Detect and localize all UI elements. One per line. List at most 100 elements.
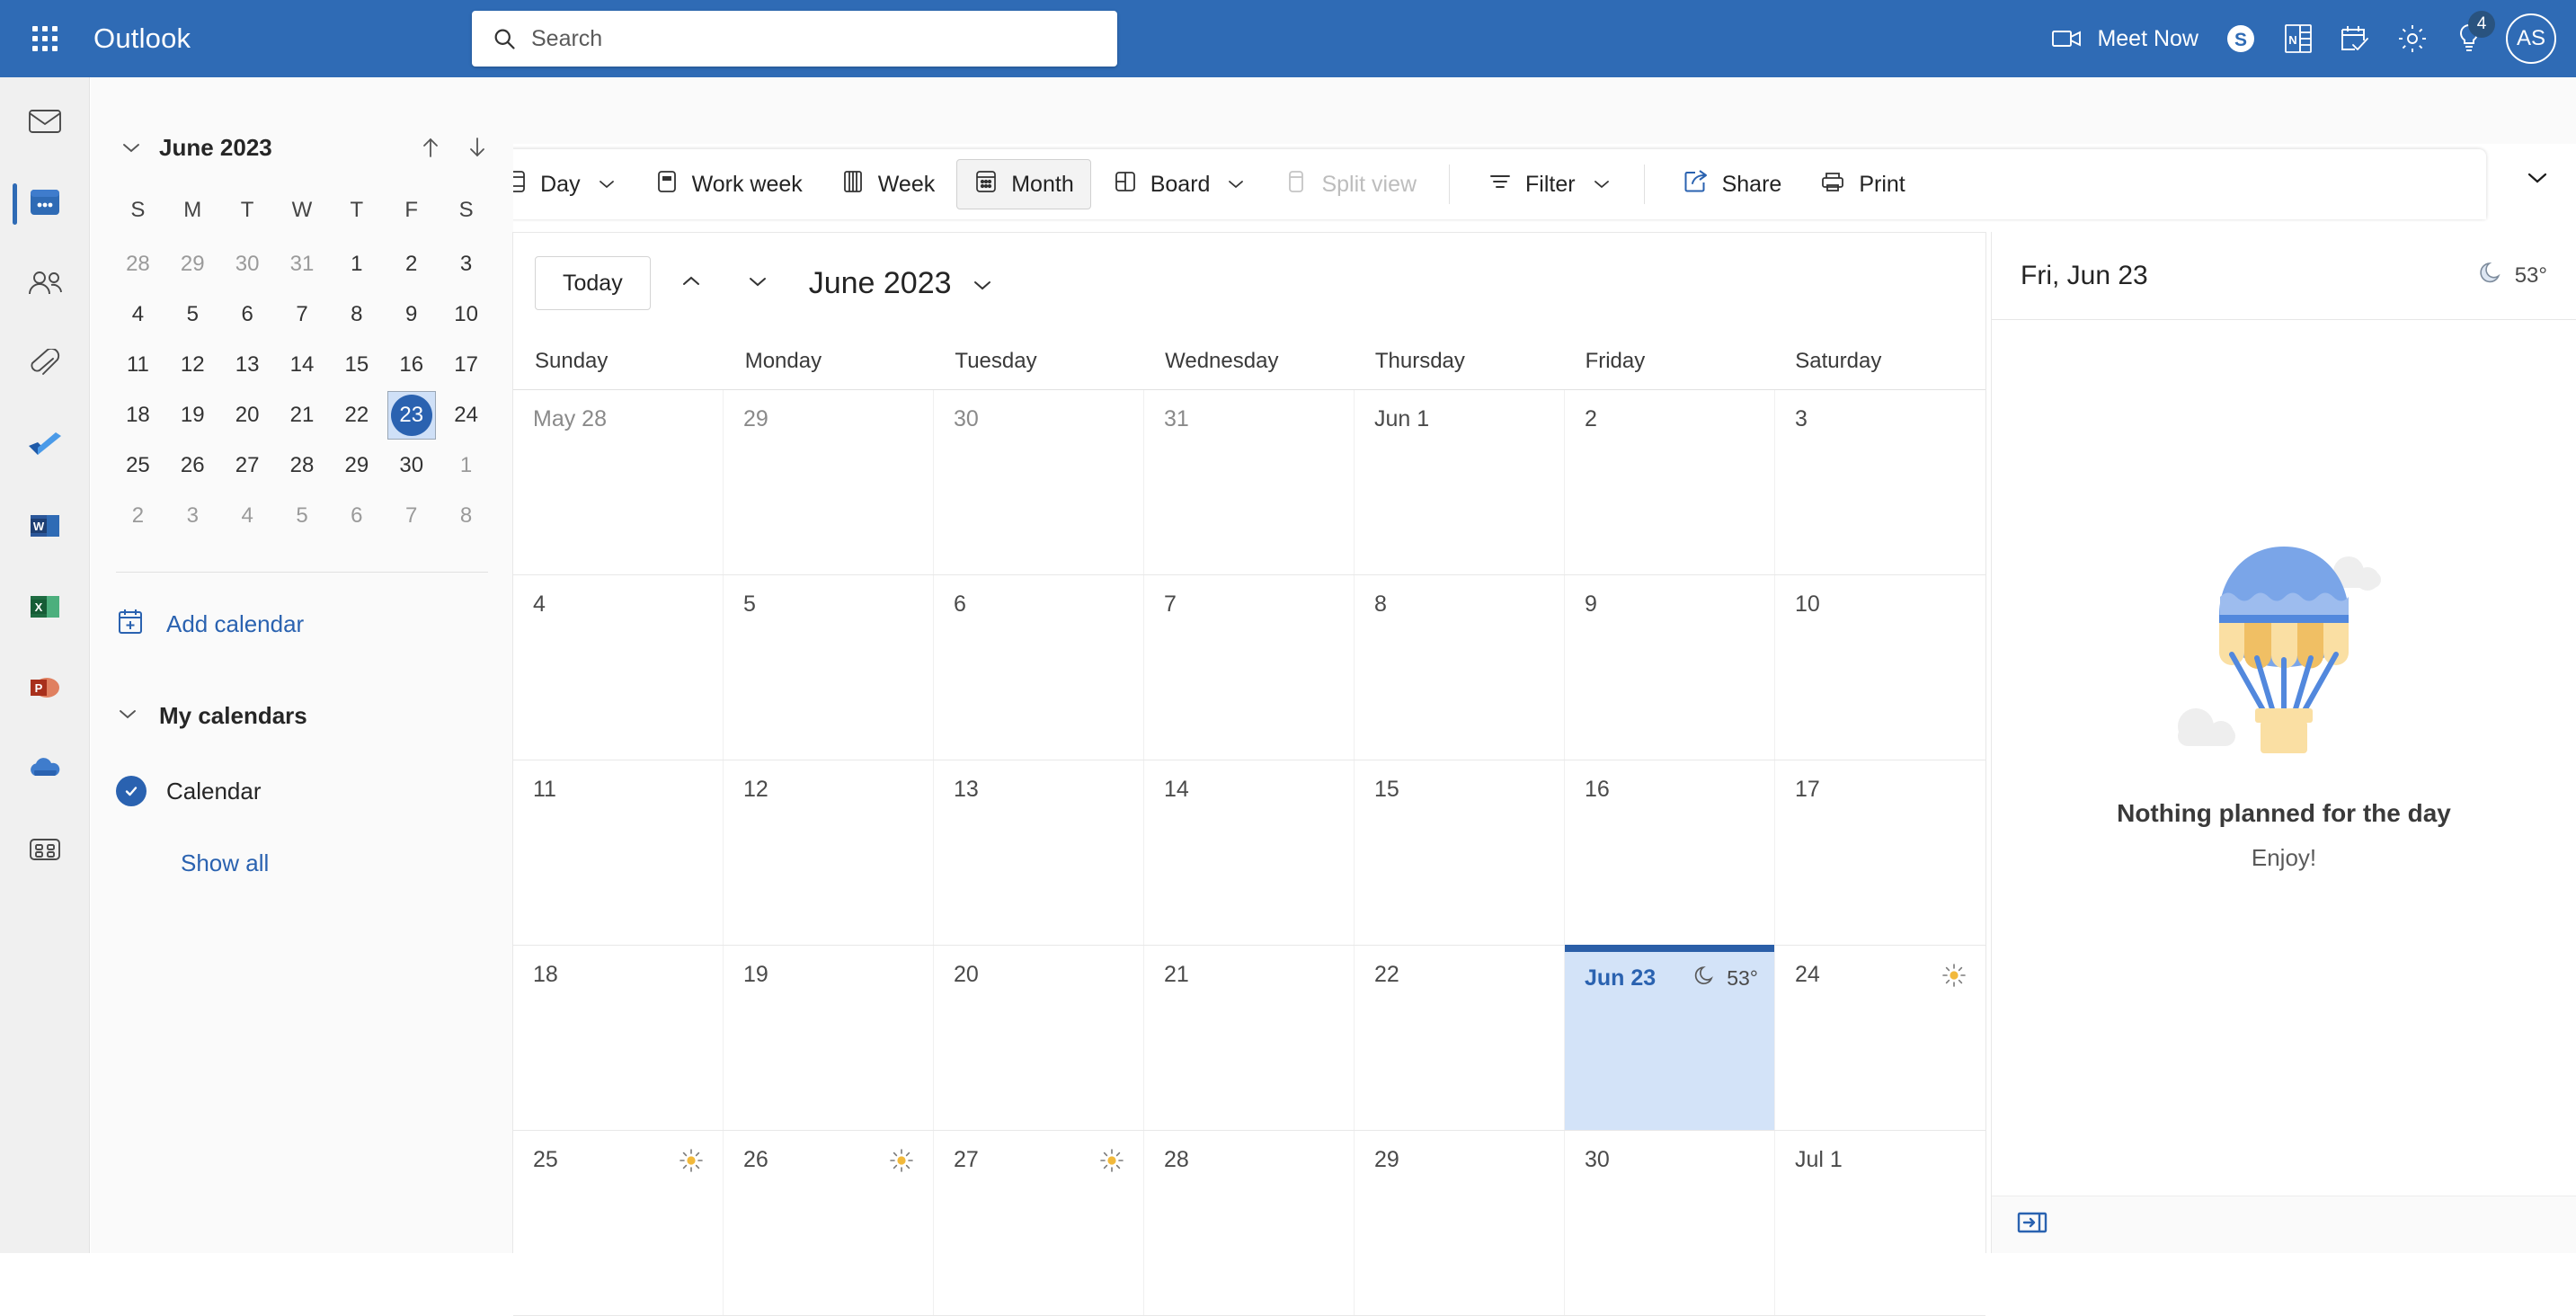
mini-day[interactable]: 9 [384, 289, 439, 340]
skype-button[interactable]: S [2211, 0, 2270, 77]
day-cell[interactable]: 30 [934, 390, 1144, 574]
today-button[interactable]: Today [535, 256, 651, 310]
view-month-button[interactable]: Month [956, 159, 1091, 209]
mini-day[interactable]: 14 [275, 340, 330, 390]
meet-now-button[interactable]: Meet Now [2039, 0, 2211, 77]
day-cell[interactable]: 30 [1565, 1131, 1775, 1315]
my-calendars-section[interactable]: My calendars [91, 688, 513, 743]
tips-button[interactable]: 4 [2441, 0, 2497, 77]
mini-day[interactable]: 2 [384, 239, 439, 289]
day-cell[interactable]: 18 [513, 946, 724, 1130]
onenote-button[interactable]: N [2270, 0, 2326, 77]
mini-day[interactable]: 12 [165, 340, 220, 390]
mini-day[interactable]: 18 [111, 390, 165, 440]
mini-day[interactable]: 30 [220, 239, 275, 289]
day-cell[interactable]: 9 [1565, 575, 1775, 760]
day-cell[interactable]: 12 [724, 760, 934, 945]
day-cell[interactable]: 15 [1355, 760, 1565, 945]
arrow-down-icon[interactable] [466, 135, 488, 160]
day-cell[interactable]: 4 [513, 575, 724, 760]
expand-panel-icon[interactable] [2017, 1211, 2047, 1239]
mini-day[interactable]: 5 [165, 289, 220, 340]
day-cell-today[interactable]: Jun 23 53° [1565, 945, 1775, 1130]
mini-day[interactable]: 30 [384, 440, 439, 491]
mini-day[interactable]: 7 [275, 289, 330, 340]
app-brand-title[interactable]: Outlook [93, 22, 191, 55]
day-cell[interactable]: Jun 1 [1355, 390, 1565, 574]
share-button[interactable]: Share [1666, 159, 1799, 209]
mini-day[interactable]: 11 [111, 340, 165, 390]
arrow-up-icon[interactable] [420, 135, 441, 160]
mini-day[interactable]: 15 [329, 340, 384, 390]
day-cell[interactable]: 7 [1144, 575, 1355, 760]
day-cell[interactable]: 26 [724, 1131, 934, 1315]
rail-item-people[interactable] [0, 257, 90, 313]
chevron-down-icon[interactable] [597, 178, 617, 191]
mini-day[interactable]: 8 [329, 289, 384, 340]
view-week-button[interactable]: Week [824, 159, 951, 209]
day-cell[interactable]: 11 [513, 760, 724, 945]
mini-day[interactable]: 16 [384, 340, 439, 390]
rail-item-todo[interactable] [0, 419, 90, 475]
mini-day[interactable]: 29 [165, 239, 220, 289]
mini-day[interactable]: 24 [439, 390, 493, 440]
rail-item-excel[interactable]: X [0, 581, 90, 636]
mini-day[interactable]: 4 [111, 289, 165, 340]
mini-day[interactable]: 13 [220, 340, 275, 390]
mini-day[interactable]: 10 [439, 289, 493, 340]
mini-day[interactable]: 25 [111, 440, 165, 491]
mini-day[interactable]: 2 [111, 491, 165, 541]
day-cell[interactable]: Jul 1 [1775, 1131, 1985, 1315]
mini-day[interactable]: 28 [275, 440, 330, 491]
mini-day[interactable]: 3 [165, 491, 220, 541]
mini-day[interactable]: 29 [329, 440, 384, 491]
mini-day[interactable]: 20 [220, 390, 275, 440]
day-cell[interactable]: 28 [1144, 1131, 1355, 1315]
mini-day[interactable]: 19 [165, 390, 220, 440]
rail-item-word[interactable]: W [0, 500, 90, 556]
day-cell[interactable]: 29 [1355, 1131, 1565, 1315]
rail-item-onedrive[interactable] [0, 742, 90, 798]
day-cell[interactable]: 31 [1144, 390, 1355, 574]
mini-day[interactable]: 4 [220, 491, 275, 541]
mini-day[interactable]: 1 [439, 440, 493, 491]
rail-item-all-apps[interactable] [0, 823, 90, 879]
mini-day[interactable]: 5 [275, 491, 330, 541]
avatar[interactable]: AS [2506, 13, 2556, 64]
settings-button[interactable] [2384, 0, 2441, 77]
day-cell[interactable]: 17 [1775, 760, 1985, 945]
mini-day[interactable]: 3 [439, 239, 493, 289]
app-launcher-icon[interactable] [20, 13, 70, 64]
day-cell[interactable]: 22 [1355, 946, 1565, 1130]
day-cell[interactable]: 3 [1775, 390, 1985, 574]
filter-button[interactable]: Filter [1471, 159, 1628, 209]
search-input-placeholder[interactable]: Search [531, 26, 602, 52]
day-cell[interactable]: 27 [934, 1131, 1144, 1315]
mini-day[interactable]: 8 [439, 491, 493, 541]
mini-day[interactable]: 31 [275, 239, 330, 289]
day-cell[interactable]: 19 [724, 946, 934, 1130]
view-work-week-button[interactable]: Work week [638, 159, 819, 209]
mini-day[interactable]: 27 [220, 440, 275, 491]
rail-item-mail[interactable] [0, 95, 90, 151]
next-month-button[interactable] [732, 257, 784, 309]
mini-day[interactable]: 26 [165, 440, 220, 491]
add-calendar-button[interactable]: Add calendar [91, 592, 513, 655]
view-board-button[interactable]: Board [1097, 159, 1263, 209]
day-cell[interactable]: 5 [724, 575, 934, 760]
chevron-down-icon[interactable] [1226, 178, 1246, 191]
mini-day-selected[interactable]: 23 [384, 390, 439, 440]
day-cell[interactable]: 2 [1565, 390, 1775, 574]
mini-day[interactable]: 7 [384, 491, 439, 541]
day-cell[interactable]: 6 [934, 575, 1144, 760]
day-cell[interactable]: May 28 [513, 390, 724, 574]
mini-day[interactable]: 21 [275, 390, 330, 440]
chevron-down-icon[interactable] [116, 140, 147, 155]
day-cell[interactable]: 25 [513, 1131, 724, 1315]
tasks-button[interactable] [2326, 0, 2384, 77]
mini-day[interactable]: 22 [329, 390, 384, 440]
day-cell[interactable]: 29 [724, 390, 934, 574]
print-button[interactable]: Print [1803, 159, 1921, 209]
previous-month-button[interactable] [665, 257, 717, 309]
show-all-calendars-link[interactable]: Show all [91, 849, 513, 877]
